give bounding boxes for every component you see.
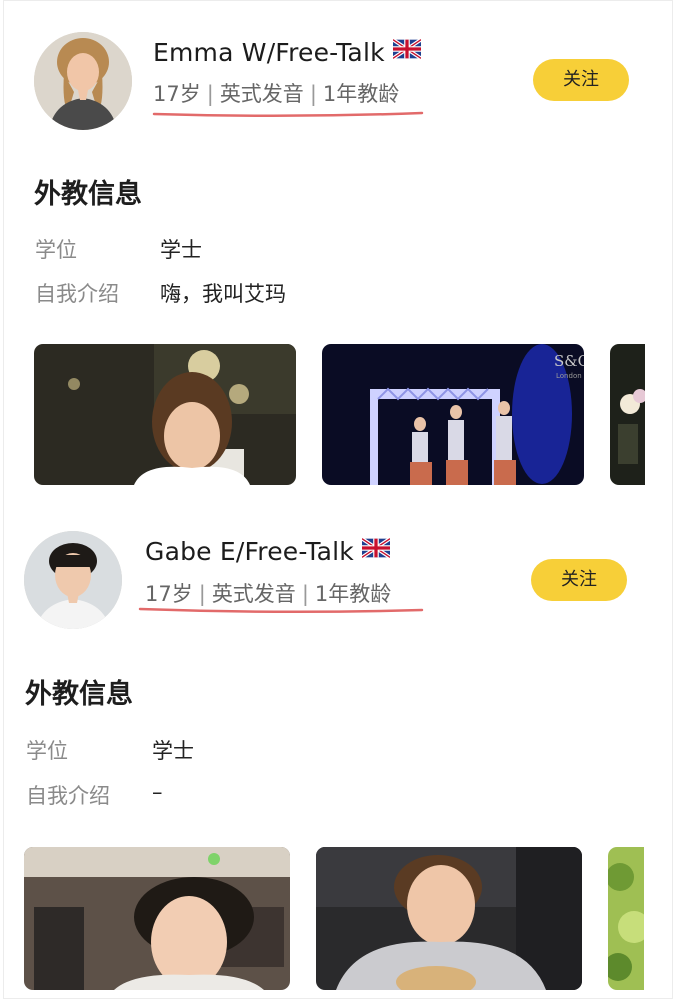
uk-flag-icon: [361, 538, 390, 558]
teacher-photo[interactable]: [34, 344, 296, 485]
intro-value: –: [152, 780, 163, 804]
teacher-meta: 17岁 | 英式发音 | 1年教龄: [145, 578, 391, 608]
uk-flag-icon: [392, 39, 421, 59]
degree-value: 学士: [152, 739, 194, 763]
intro-value: 嗨，我叫艾玛: [160, 282, 286, 306]
teacher-age: 17岁: [153, 82, 201, 106]
teacher-experience: 1年教龄: [314, 582, 392, 606]
follow-button[interactable]: 关注: [533, 59, 629, 101]
meta-separator: |: [301, 582, 309, 606]
teacher-accent: 英式发音: [211, 582, 296, 606]
photo-watermark-sub: London: [556, 372, 582, 380]
teacher-avatar[interactable]: [24, 531, 122, 629]
teacher-age: 17岁: [145, 582, 193, 606]
teacher-photo[interactable]: [24, 847, 290, 990]
teacher-photo[interactable]: [610, 344, 645, 485]
meta-underline: [138, 607, 424, 614]
teacher-card-emma: Emma W/Free-Talk 17岁 | 英式发音 | 1年教龄 关注 外教信息 学…: [0, 0, 677, 500]
teacher-card-gabe: Gabe E/Free-Talk 17岁 | 英式发音 | 1年教龄 关注 外教信息 学…: [0, 500, 677, 1000]
teacher-info-title: 外教信息: [25, 679, 133, 710]
meta-separator: |: [198, 582, 206, 606]
meta-separator: |: [206, 82, 214, 106]
teacher-experience: 1年教龄: [322, 82, 400, 106]
intro-label: 自我介绍: [35, 282, 119, 306]
intro-label: 自我介绍: [26, 784, 110, 808]
teacher-name-text: Gabe E/Free-Talk: [145, 537, 354, 566]
teacher-photo[interactable]: [608, 847, 644, 990]
teacher-name-text: Emma W/Free-Talk: [153, 38, 385, 67]
photo-watermark: S&C: [554, 352, 584, 370]
teacher-name: Gabe E/Free-Talk: [145, 537, 390, 566]
degree-value: 学士: [160, 238, 202, 262]
teacher-photo[interactable]: S&C London: [322, 344, 584, 485]
meta-underline: [152, 111, 424, 118]
teacher-list-page: Emma W/Free-Talk 17岁 | 英式发音 | 1年教龄 关注 外教信息 学…: [0, 0, 677, 1000]
teacher-avatar[interactable]: [34, 32, 132, 130]
degree-label: 学位: [35, 238, 77, 262]
follow-button[interactable]: 关注: [531, 559, 627, 601]
teacher-photo[interactable]: [316, 847, 582, 990]
meta-separator: |: [309, 82, 317, 106]
teacher-accent: 英式发音: [219, 82, 304, 106]
teacher-info-title: 外教信息: [34, 179, 142, 210]
teacher-name: Emma W/Free-Talk: [153, 38, 421, 67]
degree-label: 学位: [26, 739, 68, 763]
teacher-meta: 17岁 | 英式发音 | 1年教龄: [153, 78, 399, 108]
